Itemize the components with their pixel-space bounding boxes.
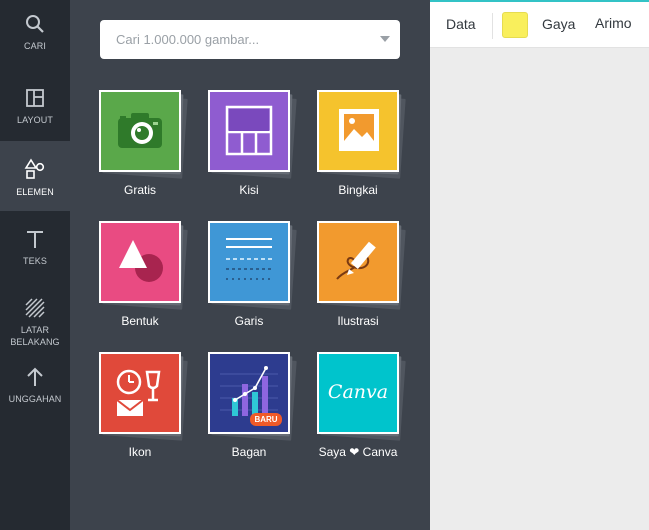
canva-logo: Canva — [327, 381, 389, 403]
nav-item-background[interactable]: LATAR BELAKANG — [0, 298, 70, 354]
tile-free[interactable]: Gratis — [90, 90, 190, 197]
tile-label: Ilustrasi — [337, 314, 379, 328]
nav-item-label: UNGGAHAN — [8, 394, 62, 404]
font-selector[interactable]: Arimo — [595, 15, 632, 31]
nav-item-layout[interactable]: LAYOUT — [0, 88, 70, 144]
tile-thumbnail — [99, 352, 181, 434]
toolbar-divider — [492, 13, 493, 39]
tile-label: Bagan — [231, 445, 267, 459]
layout-icon — [26, 89, 44, 107]
new-badge: BARU — [254, 415, 278, 424]
nav-item-label: LATAR BELAKANG — [10, 325, 60, 347]
grid-icon — [225, 105, 273, 156]
nav-item-label: LAYOUT — [17, 115, 53, 125]
top-toolbar: Data Gaya Arimo — [430, 0, 649, 48]
tile-label: Kisi — [239, 183, 259, 197]
tile-label: Garis — [234, 314, 264, 328]
tile-label: Saya ❤ Canva — [318, 445, 398, 459]
upload-arrow-icon — [27, 367, 43, 386]
tile-thumbnail — [317, 90, 399, 172]
tile-illustrations[interactable]: Ilustrasi — [308, 221, 408, 328]
search-input[interactable]: Cari 1.000.000 gambar... — [100, 20, 400, 59]
tile-frames[interactable]: Bingkai — [308, 90, 408, 197]
nav-item-label: TEKS — [23, 256, 47, 266]
style-button[interactable]: Gaya — [542, 16, 575, 32]
tile-shapes[interactable]: Bentuk — [90, 221, 190, 328]
tile-label: Ikon — [128, 445, 152, 459]
text-icon — [27, 231, 43, 248]
shapes-icon — [24, 158, 45, 179]
data-button[interactable]: Data — [446, 16, 476, 32]
nav-item-label: ELEMEN — [16, 187, 54, 197]
tile-i-love-canva[interactable]: Canva Saya ❤ Canva — [308, 352, 408, 459]
tile-charts[interactable]: BARU Bagan — [199, 352, 299, 459]
elements-panel: Cari 1.000.000 gambar... Gratis Kisi Bin… — [70, 0, 430, 530]
picture-frame-icon — [339, 109, 379, 151]
tile-thumbnail — [317, 221, 399, 303]
nav-item-uploads[interactable]: UNGGAHAN — [0, 367, 70, 423]
design-canvas-area[interactable] — [430, 48, 649, 530]
tile-label: Bingkai — [338, 183, 378, 197]
lines-icon — [226, 238, 272, 280]
tile-thumbnail — [208, 90, 290, 172]
icons-collection-icon — [116, 369, 161, 416]
tile-thumbnail: BARU — [208, 352, 290, 434]
tile-thumbnail — [208, 221, 290, 303]
tile-icons[interactable]: Ikon — [90, 352, 190, 459]
pencil-icon — [336, 241, 376, 280]
tile-thumbnail — [99, 90, 181, 172]
tile-label: Gratis — [123, 183, 156, 197]
nav-item-search[interactable]: CARI — [0, 14, 70, 70]
tile-thumbnail: Canva — [317, 352, 399, 434]
search-placeholder: Cari 1.000.000 gambar... — [116, 32, 260, 47]
search-icon — [26, 15, 44, 33]
tile-lines[interactable]: Garis — [199, 221, 299, 328]
nav-item-elements[interactable]: ELEMEN — [0, 141, 70, 211]
tile-grids[interactable]: Kisi — [199, 90, 299, 197]
camera-icon — [118, 113, 162, 148]
color-swatch-button[interactable] — [502, 12, 528, 38]
shapes-icon — [119, 240, 163, 282]
nav-item-text[interactable]: TEKS — [0, 229, 70, 285]
background-pattern-icon — [25, 298, 45, 318]
left-nav-rail: CARI LAYOUT ELEMEN TEKS LATAR BELAKANG U… — [0, 0, 70, 530]
chevron-down-icon[interactable] — [380, 36, 390, 42]
tile-thumbnail — [99, 221, 181, 303]
tile-label: Bentuk — [121, 314, 159, 328]
nav-item-label: CARI — [24, 41, 46, 51]
